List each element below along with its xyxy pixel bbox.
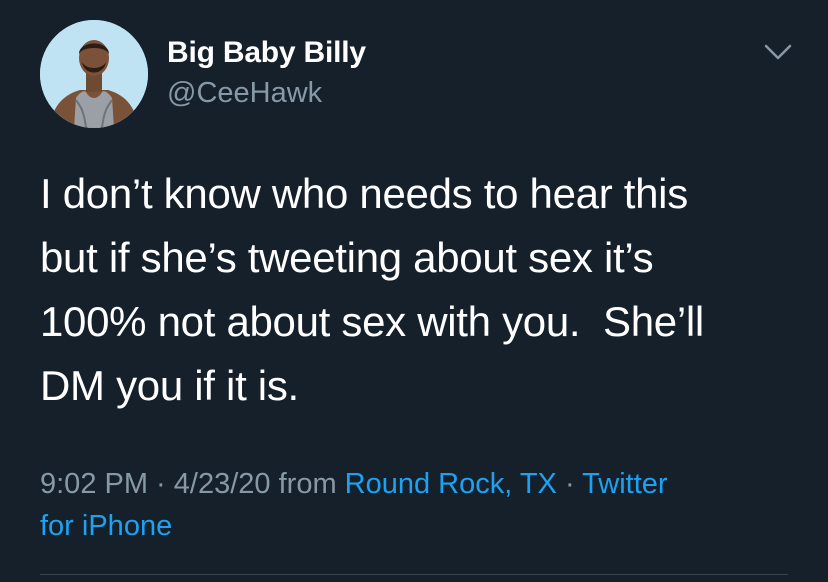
- divider: [40, 574, 788, 575]
- source-link[interactable]: Twitter: [582, 468, 667, 500]
- tweet-card: Big Baby Billy @CeeHawk I don’t know who…: [0, 0, 828, 582]
- avatar[interactable]: [40, 20, 148, 128]
- tweet-time[interactable]: 9:02 PM: [40, 468, 148, 500]
- tweet-text-line: 100% not about sex with you. She’ll: [40, 298, 704, 345]
- tweet-text: I don’t know who needs to hear this but …: [40, 162, 800, 418]
- chevron-down-icon[interactable]: [760, 38, 796, 66]
- from-label: from: [270, 468, 345, 500]
- display-name[interactable]: Big Baby Billy: [167, 36, 366, 70]
- separator: ·: [148, 468, 174, 500]
- tweet-date[interactable]: 4/23/20: [174, 468, 271, 500]
- user-handle[interactable]: @CeeHawk: [167, 77, 322, 110]
- source-link-continued[interactable]: for iPhone: [40, 510, 172, 542]
- separator: ·: [556, 468, 583, 500]
- avatar-photo: [40, 20, 148, 128]
- tweet-metadata-line-2: for iPhone: [40, 505, 800, 547]
- tweet-metadata: 9:02 PM · 4/23/20 from Round Rock, TX · …: [40, 463, 800, 547]
- location-link[interactable]: Round Rock, TX: [345, 468, 557, 500]
- tweet-metadata-line-1: 9:02 PM · 4/23/20 from Round Rock, TX · …: [40, 463, 800, 505]
- tweet-text-line: but if she’s tweeting about sex it’s: [40, 234, 654, 281]
- tweet-text-line: DM you if it is.: [40, 362, 299, 409]
- tweet-text-line: I don’t know who needs to hear this: [40, 170, 688, 217]
